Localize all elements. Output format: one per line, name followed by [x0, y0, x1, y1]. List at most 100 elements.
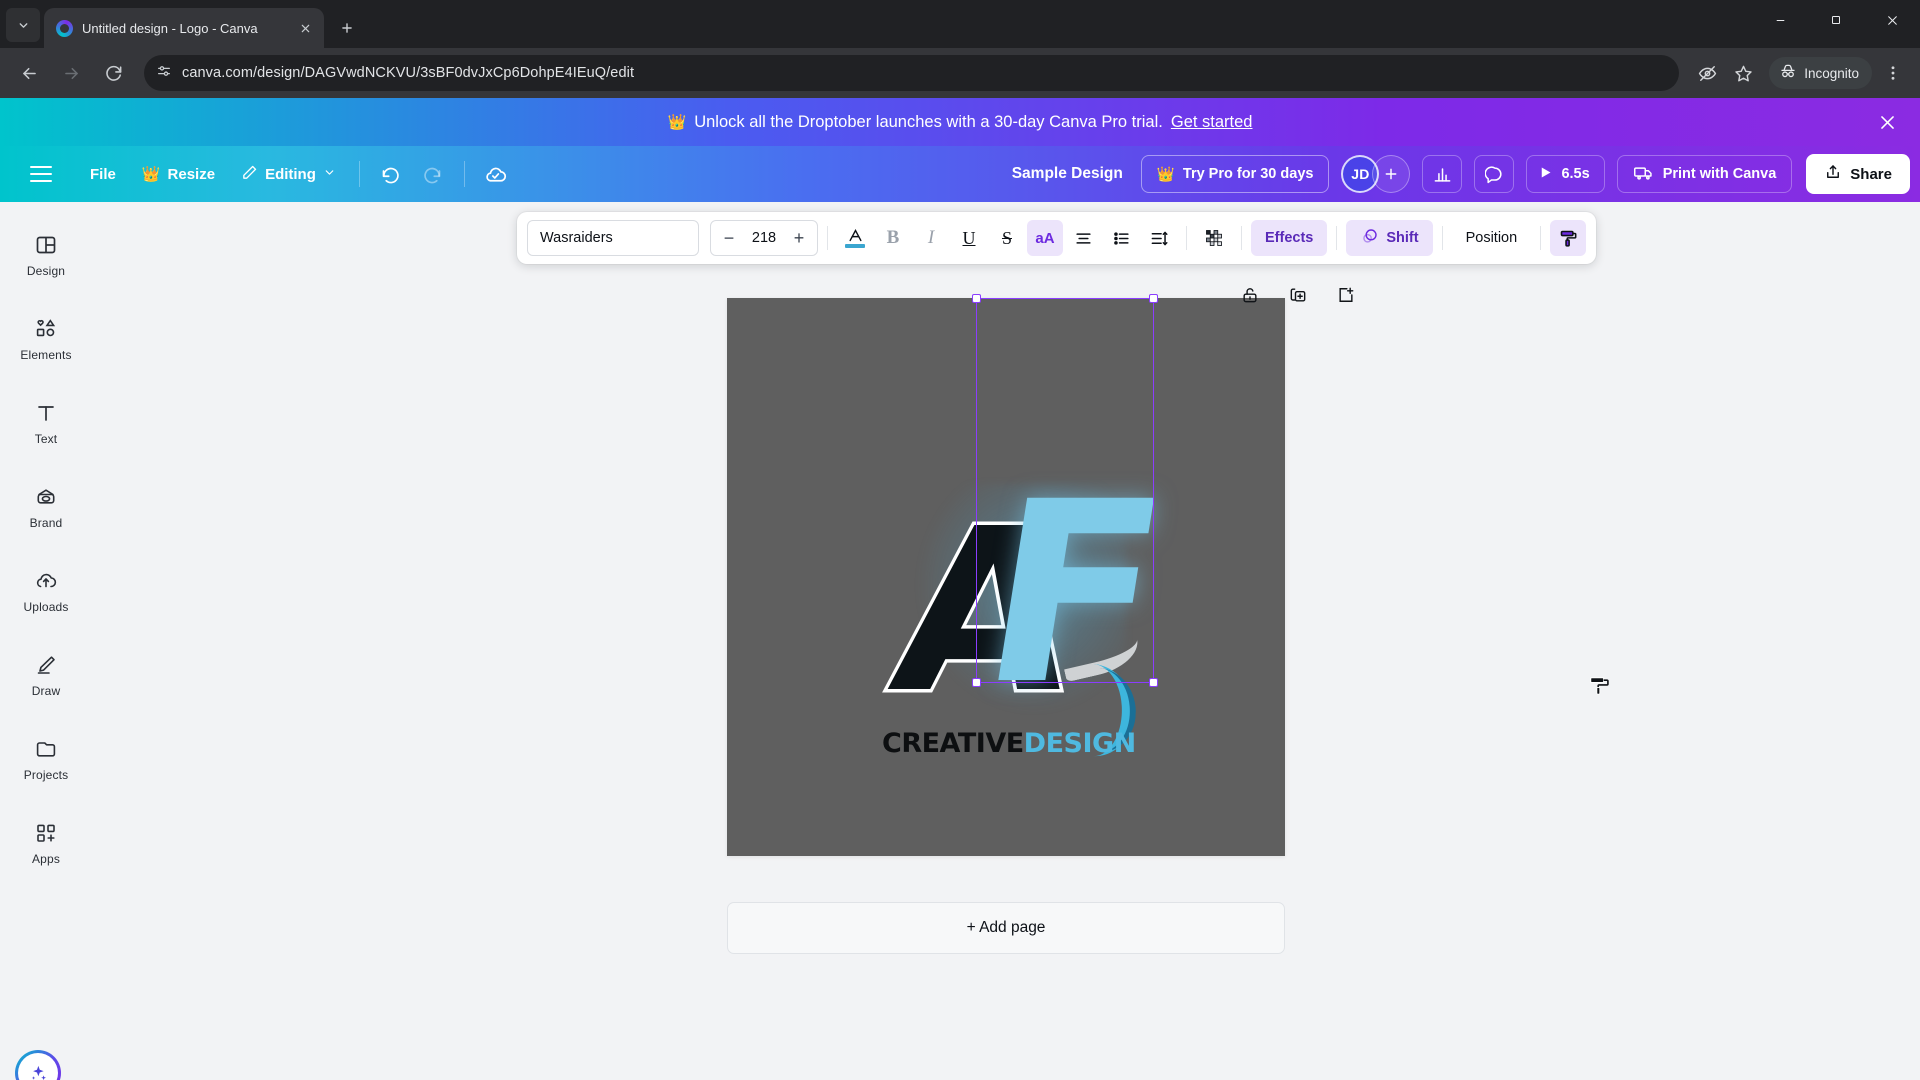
sidebar-item-brand[interactable]: Brand: [6, 470, 86, 544]
font-size-increase-button[interactable]: +: [791, 228, 807, 249]
transparency-checker-icon[interactable]: [1196, 220, 1232, 256]
close-icon[interactable]: [1872, 107, 1902, 137]
paint-roller-icon[interactable]: [1550, 220, 1587, 256]
editing-mode-button[interactable]: Editing: [229, 155, 348, 193]
unlock-icon[interactable]: [1235, 280, 1265, 310]
element-quick-actions: [1235, 280, 1361, 310]
brand-kit-icon: [34, 484, 58, 510]
document-title[interactable]: Sample Design: [996, 165, 1139, 183]
hamburger-menu-icon[interactable]: [22, 154, 62, 194]
logo-tagline[interactable]: CREATIVEDESIGN: [882, 728, 1136, 759]
italic-button[interactable]: I: [913, 220, 949, 256]
bar-chart-icon[interactable]: [1422, 155, 1463, 193]
window-close-icon[interactable]: [1864, 0, 1920, 40]
star-icon[interactable]: [1727, 57, 1759, 89]
sidebar-item-draw[interactable]: Draw: [6, 638, 86, 712]
add-collaborator-button[interactable]: [1372, 155, 1411, 193]
bold-button[interactable]: B: [875, 220, 911, 256]
try-pro-label: Try Pro for 30 days: [1182, 166, 1314, 182]
reload-icon[interactable]: [94, 54, 132, 92]
bullet-list-icon[interactable]: [1103, 220, 1139, 256]
magic-sparkle-icon: [18, 1053, 58, 1080]
divider: [827, 226, 828, 250]
file-label: File: [90, 165, 116, 183]
site-settings-icon[interactable]: [156, 63, 172, 84]
resize-button[interactable]: 👑 Resize: [130, 155, 227, 193]
selection-handle-br[interactable]: [1149, 678, 1158, 687]
editing-label: Editing: [265, 165, 316, 183]
eye-slash-icon[interactable]: [1691, 57, 1723, 89]
redo-icon[interactable]: [413, 155, 453, 193]
delivery-truck-icon: [1633, 162, 1654, 187]
forward-arrow-icon[interactable]: [52, 54, 90, 92]
selection-handle-tl[interactable]: [972, 294, 981, 303]
font-size-decrease-button[interactable]: −: [721, 228, 737, 249]
divider: [358, 161, 360, 187]
new-tab-button[interactable]: [332, 13, 362, 43]
print-with-canva-button[interactable]: Print with Canva: [1616, 155, 1793, 193]
file-menu-button[interactable]: File: [78, 155, 128, 193]
promo-banner: 👑 Unlock all the Droptober launches with…: [0, 98, 1920, 146]
sidebar-item-elements[interactable]: Elements: [6, 302, 86, 376]
sidebar-item-text[interactable]: Text: [6, 386, 86, 460]
canvas-scroll-area[interactable]: A F CREATIVEDESIGN + Add page: [92, 202, 1920, 1080]
cloud-saved-icon[interactable]: [476, 155, 516, 193]
incognito-icon: [1779, 62, 1797, 85]
line-spacing-icon[interactable]: [1141, 220, 1177, 256]
font-family-select[interactable]: Wasraiders: [527, 220, 699, 256]
selection-handle-bl[interactable]: [972, 678, 981, 687]
sidebar-item-uploads[interactable]: Uploads: [6, 554, 86, 628]
print-label: Print with Canva: [1662, 166, 1777, 182]
paint-roller-cursor: [1587, 672, 1613, 705]
window-controls: [1752, 0, 1920, 48]
undo-icon[interactable]: [371, 155, 411, 193]
divider: [1441, 226, 1443, 250]
close-tab-icon[interactable]: [296, 19, 314, 37]
maximize-icon[interactable]: [1808, 0, 1864, 40]
browser-chrome: Untitled design - Logo - Canva canva.com…: [0, 0, 1920, 98]
text-format-toolbar: Wasraiders − 218 + B I U S aA Effects Sh…: [517, 212, 1597, 264]
browser-address-bar-row: canva.com/design/DAGVwdNCKVU/3sBF0dvJxCp…: [0, 48, 1920, 98]
duplicate-icon[interactable]: [1283, 280, 1313, 310]
sidebar-item-projects[interactable]: Projects: [6, 722, 86, 796]
sidebar-item-label: Design: [26, 264, 66, 278]
upload-cloud-icon: [34, 568, 58, 594]
address-bar[interactable]: canva.com/design/DAGVwdNCKVU/3sBF0dvJxCp…: [144, 55, 1680, 91]
font-size-value[interactable]: 218: [752, 230, 776, 246]
design-page-canvas[interactable]: A F CREATIVEDESIGN: [727, 294, 1285, 856]
tab-search-icon[interactable]: [6, 8, 40, 42]
element-selection-frame[interactable]: [972, 294, 1158, 687]
share-upload-icon: [1824, 163, 1842, 185]
share-label: Share: [1850, 165, 1892, 183]
try-pro-button[interactable]: 👑 Try Pro for 30 days: [1140, 155, 1330, 193]
add-to-folder-icon[interactable]: [1331, 280, 1361, 310]
magic-studio-button[interactable]: [15, 1050, 61, 1080]
resize-label: Resize: [167, 165, 216, 183]
tagline-creative: CREATIVE: [882, 728, 1024, 759]
text-align-icon[interactable]: [1065, 220, 1101, 256]
sidebar-item-apps[interactable]: Apps: [6, 806, 86, 880]
share-button[interactable]: Share: [1806, 154, 1910, 194]
strikethrough-button[interactable]: S: [989, 220, 1025, 256]
back-arrow-icon[interactable]: [10, 54, 48, 92]
underline-button[interactable]: U: [951, 220, 987, 256]
minimize-icon[interactable]: [1752, 0, 1808, 40]
bold-label: B: [886, 227, 900, 248]
sidebar-item-design[interactable]: Design: [6, 218, 86, 292]
selection-handle-tr[interactable]: [1149, 294, 1158, 303]
effects-button[interactable]: Effects: [1251, 220, 1328, 256]
text-color-button[interactable]: [837, 220, 873, 256]
comment-bubble-icon[interactable]: [1474, 155, 1515, 193]
sidebar-item-label: Uploads: [23, 600, 69, 614]
get-started-link[interactable]: Get started: [1171, 113, 1253, 132]
position-button[interactable]: Position: [1452, 220, 1532, 256]
browser-tab[interactable]: Untitled design - Logo - Canva: [44, 8, 324, 48]
shift-button[interactable]: Shift: [1346, 220, 1433, 256]
three-dot-menu-icon[interactable]: [1876, 56, 1910, 90]
browser-tab-strip: Untitled design - Logo - Canva: [0, 0, 1920, 48]
text-case-button[interactable]: aA: [1027, 220, 1063, 256]
font-size-stepper[interactable]: − 218 +: [710, 220, 818, 256]
incognito-profile-chip[interactable]: Incognito: [1769, 57, 1872, 89]
present-timer-button[interactable]: 6.5s: [1526, 155, 1605, 193]
add-page-button[interactable]: + Add page: [727, 902, 1285, 954]
